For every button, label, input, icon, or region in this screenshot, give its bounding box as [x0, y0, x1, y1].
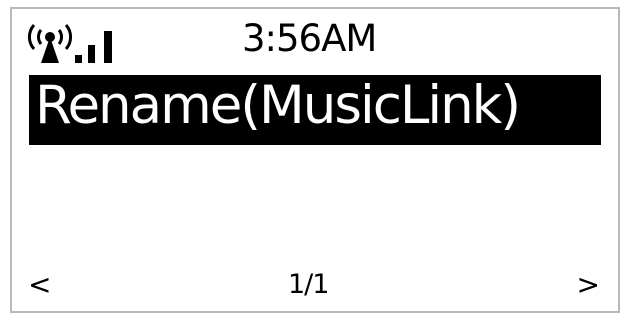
menu-item-label: Rename(MusicLink) [35, 75, 521, 136]
clock-time: 3:56AM [242, 17, 377, 60]
page-indicator: 1/1 [288, 269, 329, 300]
menu-item-rename[interactable]: Rename(MusicLink) [29, 75, 601, 145]
previous-page-icon[interactable]: < [28, 271, 51, 299]
next-page-icon[interactable]: > [577, 271, 600, 299]
footer: < 1/1 > [12, 261, 618, 311]
status-bar: 3:56AM [12, 9, 618, 69]
device-display: 3:56AM Rename(MusicLink) < 1/1 > [10, 7, 620, 313]
wifi-signal-icon [27, 24, 112, 63]
